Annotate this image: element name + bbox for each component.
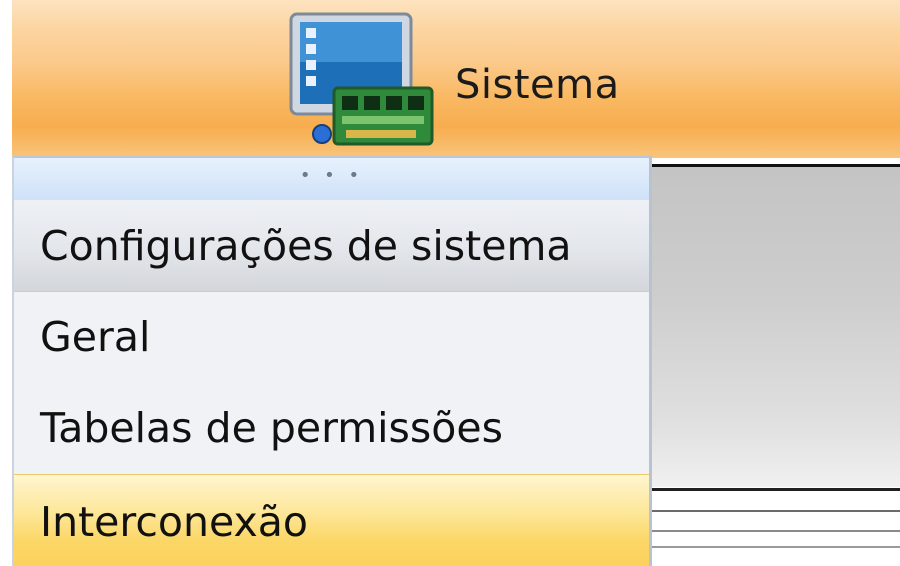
content-panel <box>650 164 900 487</box>
content-area <box>650 158 900 566</box>
divider-line <box>650 530 900 532</box>
left-edge <box>0 0 12 566</box>
menu-gripper[interactable]: • • • <box>14 158 649 201</box>
menu-item-label: Geral <box>40 313 151 361</box>
menu-header-configuracoes: Configurações de sistema <box>14 200 649 292</box>
divider-line <box>650 488 900 491</box>
computer-network-icon <box>289 12 434 146</box>
sistema-label: Sistema <box>455 62 620 108</box>
menu-item-label: Configurações de sistema <box>40 221 572 270</box>
menu-item-interconexao[interactable]: Interconexão <box>14 474 649 566</box>
menu-item-tabelas-permissoes[interactable]: Tabelas de permissões <box>14 382 649 474</box>
sistema-dropdown-menu: • • • Configurações de sistema Geral Tab… <box>12 156 652 566</box>
divider-line <box>650 510 900 512</box>
ribbon-bar: Sistema <box>0 0 900 158</box>
menu-item-label: Tabelas de permissões <box>40 404 503 452</box>
divider-line <box>650 546 900 548</box>
menu-item-label: Interconexão <box>40 497 308 546</box>
sistema-ribbon-button[interactable]: Sistema <box>280 4 660 154</box>
app-stage: Sistema • • • Configurações de sistema G… <box>0 0 900 566</box>
menu-item-geral[interactable]: Geral <box>14 292 649 382</box>
